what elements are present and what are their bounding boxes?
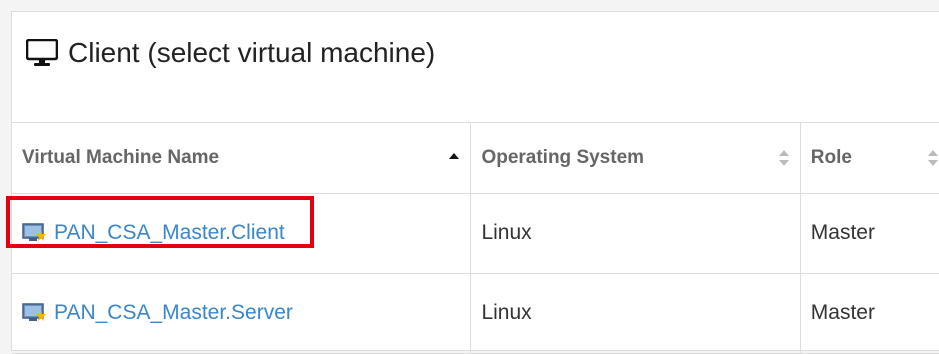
panel-title-wrap: Client (select virtual machine) [26,37,435,69]
sort-unsorted-icon [778,149,789,166]
role-cell: Master [800,193,939,274]
client-vm-panel: Client (select virtual machine) Virtual … [11,11,939,354]
vm-link-pan-csa-master-server[interactable]: PAN_CSA_Master.Server [54,301,293,325]
vm-link-pan-csa-master-client[interactable]: PAN_CSA_Master.Client [54,221,285,245]
column-label: Role [810,146,852,168]
operating-system-cell: Linux [470,273,801,354]
operating-system-cell: Linux [470,193,801,274]
vm-name-wrap: PAN_CSA_Master.Server [22,301,460,325]
column-label: Virtual Machine Name [22,146,220,168]
table-header-row: Virtual Machine Name Operating System Ro… [12,123,939,194]
table-row[interactable]: PAN_CSA_Master.Server Linux Master [12,273,939,354]
sort-unsorted-icon [928,149,938,166]
column-header-role[interactable]: Role [800,123,939,194]
monitor-icon [26,39,58,66]
vm-name-cell: PAN_CSA_Master.Server [12,273,472,354]
page-title: Client (select virtual machine) [68,37,436,68]
vm-icon [22,223,46,241]
vm-name-wrap: PAN_CSA_Master.Client [22,221,460,245]
column-header-vm-name[interactable]: Virtual Machine Name [12,123,472,194]
vm-icon [22,303,46,321]
column-label: Operating System [481,146,645,168]
panel-header: Client (select virtual machine) [12,12,939,123]
vm-table: Virtual Machine Name Operating System Ro… [12,123,939,354]
role-cell: Master [800,273,939,354]
sort-ascending-icon [449,152,460,159]
table-row[interactable]: PAN_CSA_Master.Client Linux Master [12,193,939,274]
column-header-operating-system[interactable]: Operating System [470,123,801,194]
vm-name-cell: PAN_CSA_Master.Client [12,193,472,274]
